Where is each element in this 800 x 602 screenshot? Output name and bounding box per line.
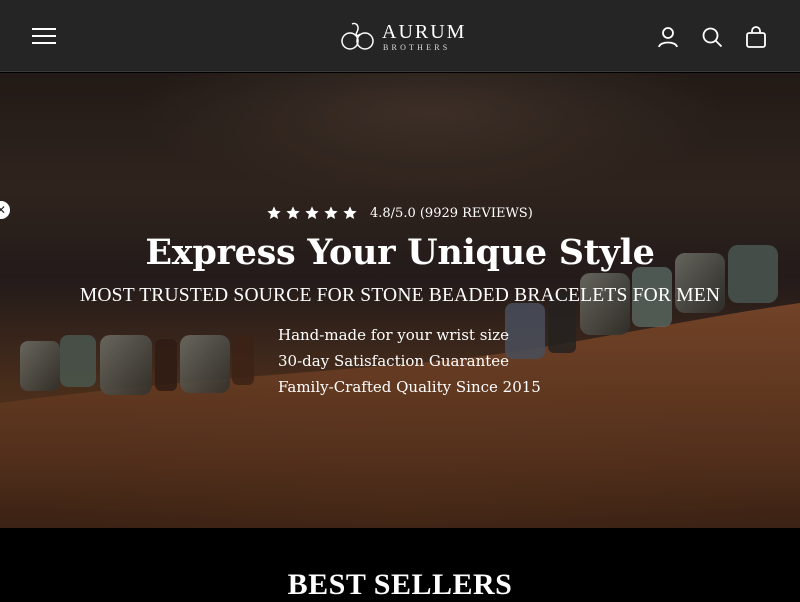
brand-subtitle: BROTHERS <box>383 43 451 52</box>
best-sellers-section: BEST SELLERS <box>0 528 800 601</box>
search-icon[interactable] <box>700 25 724 49</box>
site-header: AURUM BROTHERS <box>0 0 800 72</box>
star-icon <box>305 206 319 219</box>
hero-title: Express Your Unique Style <box>145 232 655 273</box>
logo-mark-icon <box>341 22 374 50</box>
section-title: BEST SELLERS <box>287 568 513 601</box>
brand-name: AURUM <box>382 21 467 43</box>
user-icon[interactable] <box>656 25 680 49</box>
shopping-bag-icon[interactable] <box>744 25 768 49</box>
benefit-item: Family-Crafted Quality Since 2015 <box>278 378 541 396</box>
rating-stars <box>266 205 358 221</box>
benefit-item: Hand-made for your wrist size <box>278 326 509 344</box>
rating-summary: 4.8/5.0 (9929 REVIEWS) <box>266 203 533 223</box>
rating-text: 4.8/5.0 (9929 REVIEWS) <box>370 205 533 221</box>
star-icon <box>343 206 357 219</box>
benefit-item: 30-day Satisfaction Guarantee <box>278 352 510 370</box>
star-icon <box>324 206 338 219</box>
hero-subtitle: MOST TRUSTED SOURCE FOR STONE BEADED BRA… <box>79 285 721 306</box>
star-icon <box>286 206 300 219</box>
hero-benefits-list: Hand-made for your wrist size 30-day Sat… <box>278 324 541 402</box>
hamburger-menu-icon[interactable] <box>32 27 56 45</box>
star-icon <box>267 206 281 219</box>
brand-logo[interactable]: AURUM BROTHERS <box>338 18 468 54</box>
